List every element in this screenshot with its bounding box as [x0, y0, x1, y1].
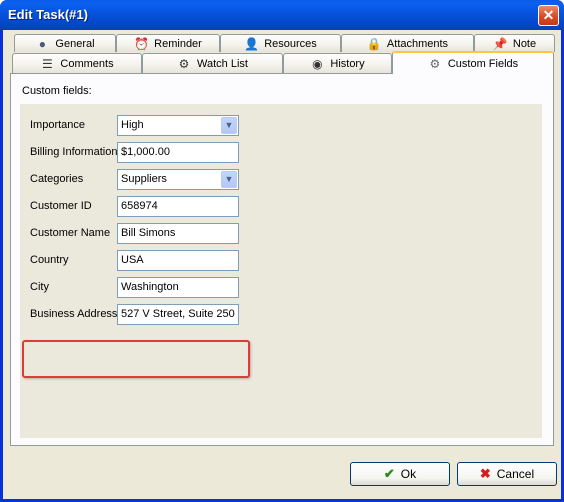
custom-fields-heading: Custom fields:: [22, 85, 92, 97]
chevron-down-icon[interactable]: ▼: [221, 171, 237, 188]
tab-comments[interactable]: ☰ Comments: [12, 53, 142, 73]
tab-label: History: [330, 57, 365, 70]
custom-fields-panel: Custom fields: Importance High ▼ Billing…: [10, 73, 554, 446]
city-value: Washington: [121, 281, 179, 293]
tab-custom-fields[interactable]: ⚙ Custom Fields: [392, 51, 554, 74]
importance-value: High: [121, 119, 144, 131]
edit-task-window: Edit Task(#1) ✕ ● General ⏰ Reminder 👤 R…: [0, 0, 564, 502]
tab-watch-list[interactable]: ⚙ Watch List: [142, 53, 283, 73]
person-icon: 👤: [244, 36, 260, 51]
tab-label: Resources: [264, 37, 317, 50]
ok-button[interactable]: ✔ Ok: [350, 462, 450, 486]
business-address-field[interactable]: 527 V Street, Suite 250: [117, 304, 239, 325]
billing-information-value: $1,000.00: [121, 146, 170, 158]
tab-label: Custom Fields: [447, 57, 519, 70]
importance-combo[interactable]: High ▼: [117, 115, 239, 136]
categories-label: Categories: [30, 173, 84, 185]
document-icon: ☰: [42, 56, 53, 71]
tab-label: Note: [512, 37, 537, 50]
cancel-x-icon: ✖: [479, 466, 491, 481]
tab-general[interactable]: ● General: [14, 34, 116, 52]
pin-icon: 📌: [492, 36, 508, 51]
tab-label: Reminder: [154, 37, 202, 50]
tab-label: Comments: [60, 57, 114, 70]
tab-attachments[interactable]: 🔒 Attachments: [341, 34, 474, 52]
billing-information-label: Billing Information: [30, 146, 118, 158]
alarm-clock-icon: ⏰: [134, 36, 150, 51]
country-label: Country: [30, 254, 69, 266]
watch-list-icon: ⚙: [178, 56, 190, 71]
customer-name-label: Customer Name: [30, 227, 111, 239]
customer-name-value: Bill Simons: [121, 227, 176, 239]
tab-resources[interactable]: 👤 Resources: [220, 34, 341, 52]
categories-value: Suppliers: [121, 173, 167, 185]
globe-icon: ●: [38, 36, 47, 51]
tab-note[interactable]: 📌 Note: [474, 34, 555, 52]
close-icon: ✕: [542, 7, 555, 23]
billing-information-field[interactable]: $1,000.00: [117, 142, 239, 163]
customer-name-field[interactable]: Bill Simons: [117, 223, 239, 244]
lock-icon: 🔒: [366, 36, 382, 51]
history-icon: ◉: [312, 56, 323, 71]
country-field[interactable]: USA: [117, 250, 239, 271]
tab-history[interactable]: ◉ History: [283, 53, 392, 73]
checkmark-icon: ✔: [383, 466, 395, 481]
window-title: Edit Task(#1): [8, 7, 88, 22]
city-label: City: [30, 281, 49, 293]
customer-id-label: Customer ID: [30, 200, 92, 212]
custom-fields-grid: Importance High ▼ Billing Information $1…: [20, 104, 542, 438]
business-address-highlight: [22, 340, 250, 378]
title-bar[interactable]: Edit Task(#1) ✕: [0, 0, 564, 30]
tab-label: Attachments: [386, 37, 449, 50]
country-value: USA: [121, 254, 144, 266]
tab-label: General: [55, 37, 95, 50]
customer-id-value: 658974: [121, 200, 158, 212]
tab-label: Watch List: [197, 57, 248, 70]
business-address-label: Business Address: [30, 308, 118, 320]
importance-label: Importance: [30, 119, 86, 131]
categories-combo[interactable]: Suppliers ▼: [117, 169, 239, 190]
gear-icon: ⚙: [429, 56, 441, 71]
cancel-button[interactable]: ✖ Cancel: [457, 462, 557, 486]
tab-reminder[interactable]: ⏰ Reminder: [116, 34, 220, 52]
chevron-down-icon[interactable]: ▼: [221, 117, 237, 134]
city-field[interactable]: Washington: [117, 277, 239, 298]
business-address-value: 527 V Street, Suite 250: [121, 308, 235, 320]
close-button[interactable]: ✕: [538, 5, 559, 26]
ok-label: Ok: [400, 467, 417, 481]
customer-id-field[interactable]: 658974: [117, 196, 239, 217]
cancel-label: Cancel: [496, 467, 535, 481]
